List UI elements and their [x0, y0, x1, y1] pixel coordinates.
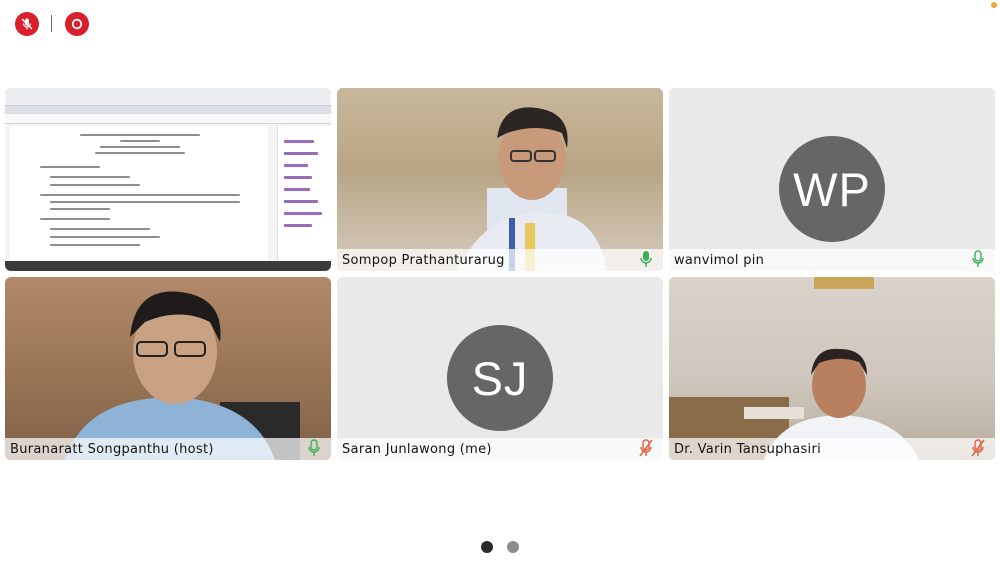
record-button[interactable] — [65, 12, 89, 36]
pdf-statusbar — [5, 261, 331, 271]
participant-figure — [457, 107, 607, 271]
participant-tile-wanvimol[interactable]: WP wanvimol pin — [669, 88, 995, 271]
status-indicator — [991, 2, 997, 8]
name-bar: Buranaratt Songpanthu (host) — [5, 438, 331, 460]
mic-muted-icon — [971, 439, 985, 457]
shared-document — [5, 88, 331, 271]
shared-screen-tile[interactable] — [5, 88, 331, 271]
mic-on-icon — [308, 439, 320, 456]
mic-muted-icon — [639, 439, 653, 457]
name-bar: wanvimol pin — [669, 249, 995, 271]
name-bar: Saran Junlawong (me) — [337, 438, 663, 460]
record-icon — [71, 18, 83, 30]
participant-figure — [669, 277, 919, 460]
participant-tile-buranaratt[interactable]: Buranaratt Songpanthu (host) — [5, 277, 331, 460]
participant-tile-sompop[interactable]: Sompop Prathanturarug — [337, 88, 663, 271]
video-conference-window: Sompop Prathanturarug WP wanvimol pin Bu… — [0, 0, 1000, 562]
mic-on-icon — [640, 251, 652, 267]
mic-off-icon — [21, 18, 33, 30]
participant-name: Saran Junlawong (me) — [342, 441, 492, 457]
pdf-page — [10, 126, 268, 266]
page-indicator-2[interactable] — [507, 541, 519, 553]
toolbar-divider — [51, 15, 52, 32]
participant-figure — [65, 291, 300, 460]
avatar: WP — [779, 136, 885, 242]
pdf-toolbar — [5, 88, 331, 106]
pdf-side-panel — [277, 126, 331, 266]
pdf-tab-strip — [5, 106, 331, 114]
participant-tile-saran[interactable]: SJ Saran Junlawong (me) — [337, 277, 663, 460]
pdf-tool-row — [5, 114, 331, 124]
participant-name: Buranaratt Songpanthu (host) — [10, 441, 214, 457]
mic-on-icon — [972, 250, 984, 267]
participant-name: Sompop Prathanturarug — [342, 252, 505, 268]
page-indicator-1[interactable] — [481, 541, 493, 553]
name-bar: Sompop Prathanturarug — [337, 249, 663, 271]
participant-tile-varin[interactable]: Dr. Varin Tansuphasiri — [669, 277, 995, 460]
name-bar: Dr. Varin Tansuphasiri — [669, 438, 995, 460]
participant-name: wanvimol pin — [674, 252, 765, 268]
mute-button[interactable] — [15, 12, 39, 36]
participant-name: Dr. Varin Tansuphasiri — [674, 441, 822, 457]
avatar: SJ — [447, 325, 553, 431]
